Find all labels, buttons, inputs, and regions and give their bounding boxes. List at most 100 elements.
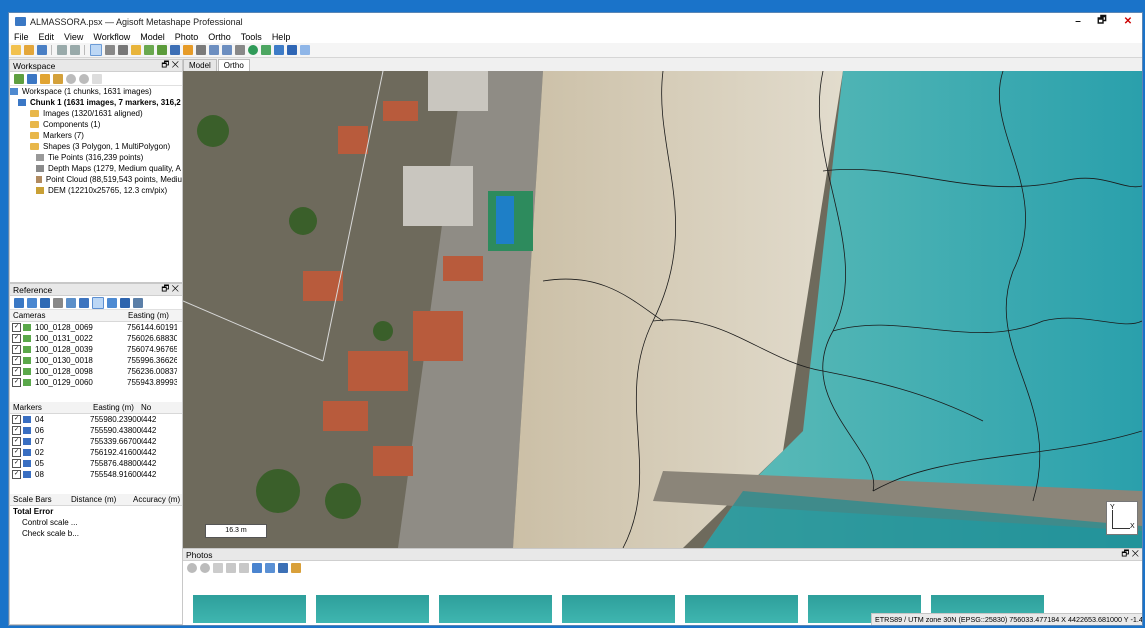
optimize-icon[interactable] <box>52 297 63 308</box>
markers-column-header[interactable]: Markers <box>10 403 93 412</box>
tree-item-depth-maps[interactable]: Depth Maps (1279, Medium quality, A <box>10 163 182 174</box>
import-icon[interactable] <box>13 297 24 308</box>
photo-thumbnail[interactable] <box>439 595 552 623</box>
calibrate-icon[interactable] <box>65 297 76 308</box>
checkbox[interactable]: ✓ <box>12 448 21 457</box>
checkbox[interactable]: ✓ <box>12 378 21 387</box>
add-folder-icon[interactable] <box>39 73 50 84</box>
batch-icon[interactable] <box>52 73 63 84</box>
checkbox[interactable]: ✓ <box>12 367 21 376</box>
view-estimated-icon[interactable] <box>106 297 117 308</box>
marker-row[interactable]: ✓ 08 755548.916000 442 <box>10 469 182 480</box>
tab-ortho[interactable]: Ortho <box>217 59 250 71</box>
marker-row[interactable]: ✓ 07 755339.667000 442 <box>10 436 182 447</box>
filter-icon[interactable] <box>290 562 301 573</box>
save-project-icon[interactable] <box>36 45 47 55</box>
photo-thumbnail[interactable] <box>316 595 429 623</box>
shape-tool-icon[interactable] <box>169 45 180 55</box>
workspace-root[interactable]: Workspace (1 chunks, 1631 images) <box>10 86 182 97</box>
accuracy-column-header[interactable]: Accuracy (m) <box>133 495 180 504</box>
checkbox[interactable]: ✓ <box>12 356 21 365</box>
camera-row[interactable]: ✓ 100_0128_0069 756144.60191 <box>10 322 182 333</box>
add-chunk-icon[interactable] <box>13 73 24 84</box>
undo-icon[interactable] <box>56 45 67 55</box>
checkbox[interactable]: ✓ <box>12 345 21 354</box>
select-shape-icon[interactable] <box>156 45 167 55</box>
flag-icon[interactable] <box>286 45 297 55</box>
move-icon[interactable] <box>234 45 245 55</box>
draw-polyline-icon[interactable] <box>117 45 128 55</box>
remove-camera-icon[interactable] <box>212 562 223 573</box>
rotate-left-icon[interactable] <box>225 562 236 573</box>
photo-thumbnail[interactable] <box>193 595 306 623</box>
menu-view[interactable]: View <box>59 32 88 42</box>
patch-icon[interactable] <box>182 45 193 55</box>
cameras-column-header[interactable]: Cameras <box>10 311 128 320</box>
checkbox[interactable]: ✓ <box>12 415 21 424</box>
ortho-viewport[interactable]: 16.3 m Y X <box>183 71 1142 548</box>
globe-icon[interactable] <box>247 45 258 55</box>
tree-item-components[interactable]: Components (1) <box>10 119 182 130</box>
panel-float-close-icon[interactable]: 🗗 ✕ <box>161 59 179 73</box>
checkbox[interactable]: ✓ <box>12 470 21 479</box>
checkbox[interactable]: ✓ <box>12 323 21 332</box>
distance-column-header[interactable]: Distance (m) <box>71 495 133 504</box>
convert-icon[interactable] <box>39 297 50 308</box>
checkbox[interactable]: ✓ <box>12 459 21 468</box>
marker-row[interactable]: ✓ 04 755980.239000 442 <box>10 414 182 425</box>
view-details-icon[interactable] <box>251 562 262 573</box>
scalebars-column-header[interactable]: Scale Bars <box>10 495 71 504</box>
tree-item-images[interactable]: Images (1320/1631 aligned) <box>10 108 182 119</box>
view-thumbnails-icon[interactable] <box>264 562 275 573</box>
checkbox[interactable]: ✓ <box>12 426 21 435</box>
tree-item-tie-points[interactable]: Tie Points (316,239 points) <box>10 152 182 163</box>
restore-button[interactable]: 🗗 <box>1091 14 1113 28</box>
tree-item-shapes[interactable]: Shapes (3 Polygon, 1 MultiPolygon) <box>10 141 182 152</box>
view-errors-icon[interactable] <box>119 297 130 308</box>
export-icon[interactable] <box>26 297 37 308</box>
camera-row[interactable]: ✓ 100_0129_0060 755943.89993 <box>10 377 182 388</box>
camera-row[interactable]: ✓ 100_0130_0018 755996.36626 <box>10 355 182 366</box>
menu-tools[interactable]: Tools <box>236 32 267 42</box>
minimize-button[interactable]: – <box>1067 14 1089 28</box>
chunk-item[interactable]: Chunk 1 (1631 images, 7 markers, 316,2 <box>10 97 182 108</box>
camera-row[interactable]: ✓ 100_0128_0098 756236.00837 <box>10 366 182 377</box>
remove-icon[interactable] <box>91 73 102 84</box>
view-list-icon[interactable] <box>277 562 288 573</box>
navigation-icon[interactable] <box>89 44 102 56</box>
close-button[interactable]: ✕ <box>1117 14 1139 28</box>
menu-workflow[interactable]: Workflow <box>88 32 135 42</box>
check-scale-row[interactable]: Check scale b... <box>10 528 182 539</box>
menu-photo[interactable]: Photo <box>170 32 204 42</box>
menu-model[interactable]: Model <box>135 32 170 42</box>
tree-item-point-cloud[interactable]: Point Cloud (88,519,543 points, Mediu <box>10 174 182 185</box>
menu-file[interactable]: File <box>9 32 34 42</box>
shapes-icon[interactable] <box>299 45 310 55</box>
enable-icon[interactable] <box>65 73 76 84</box>
camera-row[interactable]: ✓ 100_0128_0039 756074.96765 <box>10 344 182 355</box>
view-source-icon[interactable] <box>91 296 104 309</box>
draw-point-icon[interactable] <box>143 45 154 55</box>
new-project-icon[interactable] <box>10 45 21 55</box>
tree-item-markers[interactable]: Markers (7) <box>10 130 182 141</box>
tab-model[interactable]: Model <box>183 59 217 71</box>
marker-row[interactable]: ✓ 02 756192.416000 442 <box>10 447 182 458</box>
photo-thumbnail[interactable] <box>685 595 798 623</box>
tree-item-dem[interactable]: DEM (12210x25765, 12.3 cm/pix) <box>10 185 182 196</box>
camera-row[interactable]: ✓ 100_0131_0022 756026.68830 <box>10 333 182 344</box>
marker-row[interactable]: ✓ 06 755590.438000 442 <box>10 425 182 436</box>
marker-northing-column-header[interactable]: No <box>141 403 151 412</box>
easting-column-header[interactable]: Easting (m) <box>128 311 169 320</box>
enable-camera-icon[interactable] <box>186 562 197 573</box>
photo-thumbnail[interactable] <box>562 595 675 623</box>
image-icon[interactable] <box>273 45 284 55</box>
checkbox[interactable]: ✓ <box>12 334 21 343</box>
checkbox[interactable]: ✓ <box>12 437 21 446</box>
marker-row[interactable]: ✓ 05 755876.488000 442 <box>10 458 182 469</box>
ruler-icon[interactable] <box>130 45 141 55</box>
rectangle-selection-icon[interactable] <box>104 45 115 55</box>
ortho-view-icon[interactable] <box>260 45 271 55</box>
panel-float-close-icon[interactable]: 🗗 ✕ <box>161 283 179 297</box>
control-scale-row[interactable]: Control scale ... <box>10 517 182 528</box>
settings-icon[interactable] <box>132 297 143 308</box>
